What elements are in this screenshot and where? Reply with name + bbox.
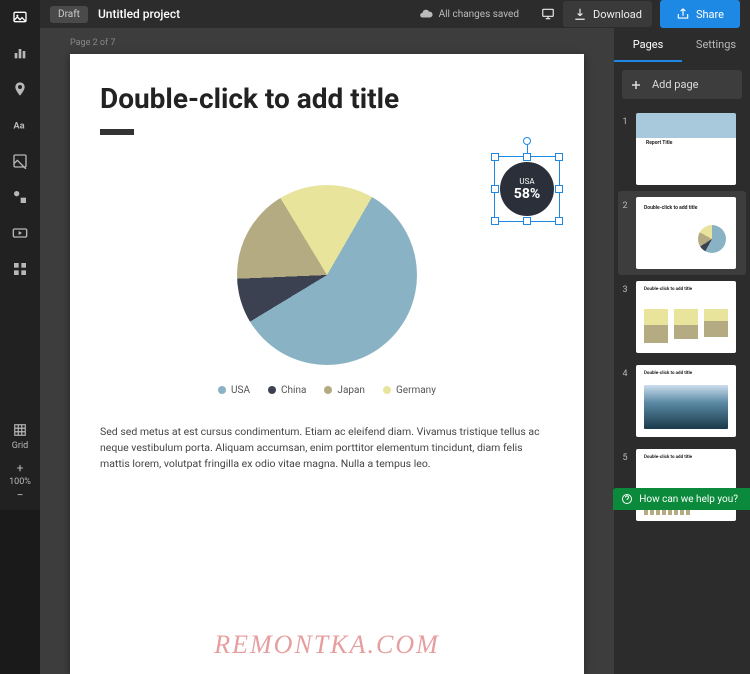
tab-pages[interactable]: Pages bbox=[614, 28, 682, 62]
resize-handle[interactable] bbox=[523, 153, 531, 161]
resize-handle[interactable] bbox=[523, 217, 531, 225]
right-panel: Pages Settings Add page 1 Report Title 2… bbox=[614, 28, 750, 674]
rotate-handle[interactable] bbox=[523, 137, 531, 145]
watermark: REMONTKA.COM bbox=[214, 630, 440, 660]
legend-label: China bbox=[281, 385, 306, 396]
page-thumb[interactable]: 3 Double-click to add title bbox=[618, 275, 746, 359]
text-tool-icon[interactable]: Aa bbox=[11, 116, 29, 134]
page-thumb[interactable]: 4 Double-click to add title bbox=[618, 359, 746, 443]
zoom-level: 100% bbox=[9, 477, 31, 489]
zoom-out-button[interactable]: − bbox=[9, 488, 31, 504]
share-icon bbox=[676, 7, 690, 21]
add-page-button[interactable]: Add page bbox=[622, 70, 742, 99]
download-icon bbox=[573, 7, 587, 21]
document-page[interactable]: Double-click to add title bbox=[70, 54, 584, 674]
picture-tool-icon[interactable] bbox=[11, 152, 29, 170]
present-button[interactable] bbox=[533, 1, 563, 27]
legend-item: USA bbox=[218, 385, 250, 396]
chart-legend: USA China Japan Germany bbox=[100, 385, 554, 396]
image-tool-icon[interactable] bbox=[11, 8, 29, 26]
page-thumbnails: 1 Report Title 2 Double-click to add tit… bbox=[614, 107, 750, 674]
video-tool-icon[interactable] bbox=[11, 224, 29, 242]
resize-handle[interactable] bbox=[491, 153, 499, 161]
resize-handle[interactable] bbox=[555, 217, 563, 225]
help-icon bbox=[621, 493, 633, 505]
resize-handle[interactable] bbox=[555, 185, 563, 193]
save-status: All changes saved bbox=[419, 7, 519, 21]
legend-label: USA bbox=[231, 385, 250, 396]
page-thumb[interactable]: 5 Double-click to add title bbox=[618, 443, 746, 527]
svg-text:Aa: Aa bbox=[13, 120, 24, 131]
page-title[interactable]: Double-click to add title bbox=[100, 84, 554, 115]
grid-label: Grid bbox=[12, 441, 28, 451]
chart-tool-icon[interactable] bbox=[11, 44, 29, 62]
resize-handle[interactable] bbox=[555, 153, 563, 161]
callout-element[interactable]: USA 58% bbox=[500, 162, 554, 216]
zoom-in-button[interactable]: + bbox=[9, 461, 31, 477]
legend-item: China bbox=[268, 385, 306, 396]
plus-icon bbox=[630, 79, 642, 91]
body-text[interactable]: Sed sed metus at est cursus condimentum.… bbox=[100, 424, 554, 473]
legend-item: Japan bbox=[324, 385, 365, 396]
resize-handle[interactable] bbox=[491, 217, 499, 225]
legend-item: Germany bbox=[383, 385, 436, 396]
resize-handle[interactable] bbox=[491, 185, 499, 193]
shapes-tool-icon[interactable] bbox=[11, 188, 29, 206]
project-title[interactable]: Untitled project bbox=[98, 7, 180, 21]
draft-badge: Draft bbox=[50, 6, 88, 23]
help-button[interactable]: How can we help you? bbox=[613, 488, 750, 510]
tool-sidebar: Aa Grid + 100% − bbox=[0, 0, 40, 510]
share-button[interactable]: Share bbox=[660, 0, 740, 28]
canvas-area[interactable]: Page 2 of 7 Double-click to add title bbox=[40, 28, 614, 674]
map-tool-icon[interactable] bbox=[11, 80, 29, 98]
page-thumb[interactable]: 1 Report Title bbox=[618, 107, 746, 191]
download-button[interactable]: Download bbox=[563, 1, 652, 27]
title-rule bbox=[100, 129, 134, 135]
legend-swatch bbox=[268, 386, 276, 394]
legend-swatch bbox=[324, 386, 332, 394]
pie-chart[interactable] bbox=[237, 185, 417, 365]
legend-label: Japan bbox=[337, 385, 365, 396]
callout-label: USA bbox=[519, 177, 534, 186]
widgets-tool-icon[interactable] bbox=[11, 260, 29, 278]
grid-icon[interactable] bbox=[13, 423, 27, 437]
callout-circle[interactable]: USA 58% bbox=[500, 162, 554, 216]
top-bar: Draft Untitled project All changes saved… bbox=[40, 0, 750, 28]
callout-value: 58% bbox=[514, 186, 540, 202]
cloud-icon bbox=[419, 7, 433, 21]
legend-swatch bbox=[383, 386, 391, 394]
legend-swatch bbox=[218, 386, 226, 394]
legend-label: Germany bbox=[396, 385, 436, 396]
tab-settings[interactable]: Settings bbox=[682, 28, 750, 62]
page-thumb[interactable]: 2 Double-click to add title bbox=[618, 191, 746, 275]
page-indicator: Page 2 of 7 bbox=[70, 38, 584, 48]
